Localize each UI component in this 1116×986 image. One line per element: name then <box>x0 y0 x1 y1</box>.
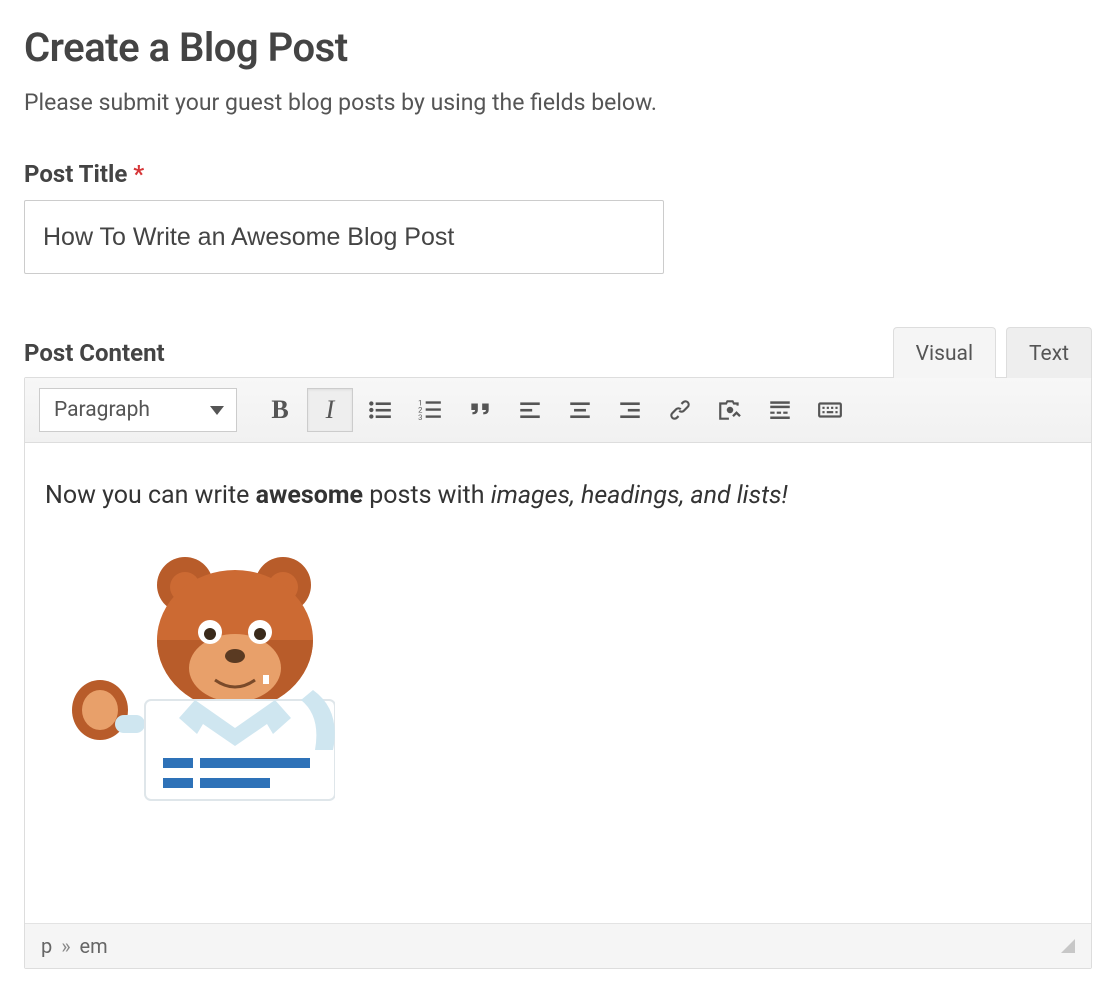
link-button[interactable] <box>657 388 703 432</box>
italic-icon: I <box>326 395 335 425</box>
numbered-list-button[interactable]: 123 <box>407 388 453 432</box>
editor-paragraph: Now you can write awesome posts with ima… <box>45 481 1071 510</box>
page-description: Please submit your guest blog posts by u… <box>24 89 1092 116</box>
keyboard-icon <box>817 397 843 423</box>
link-icon <box>667 397 693 423</box>
chevron-down-icon <box>210 406 224 415</box>
align-right-icon <box>617 397 643 423</box>
text-run-italic: images, headings, and lists! <box>491 481 788 510</box>
path-separator: » <box>57 934 74 958</box>
rich-text-editor: Paragraph B I 123 <box>24 377 1092 969</box>
bullet-list-button[interactable] <box>357 388 403 432</box>
post-title-input[interactable] <box>24 200 664 274</box>
bold-button[interactable]: B <box>257 388 303 432</box>
italic-button[interactable]: I <box>307 388 353 432</box>
required-marker: * <box>133 160 144 188</box>
align-left-icon <box>517 397 543 423</box>
format-dropdown-value: Paragraph <box>54 398 150 422</box>
path-seg-em[interactable]: em <box>80 934 108 958</box>
editor-tabs: Visual Text <box>893 326 1092 377</box>
read-more-icon <box>767 397 793 423</box>
post-title-label: Post Title * <box>24 160 1092 188</box>
text-run: posts with <box>363 481 491 510</box>
post-content-field: Post Content Visual Text Paragraph B I 1… <box>24 326 1092 969</box>
read-more-button[interactable] <box>757 388 803 432</box>
media-icon <box>717 397 743 423</box>
align-center-icon <box>567 397 593 423</box>
path-seg-p[interactable]: p <box>41 934 52 958</box>
tab-text[interactable]: Text <box>1006 327 1092 378</box>
resize-grip[interactable] <box>1061 939 1075 953</box>
blockquote-button[interactable] <box>457 388 503 432</box>
bold-icon: B <box>271 395 288 425</box>
bear-mascot-image[interactable] <box>45 540 335 810</box>
bullet-list-icon <box>367 397 393 423</box>
page-title: Create a Blog Post <box>24 24 1092 71</box>
numbered-list-icon: 123 <box>417 397 443 423</box>
editor-toolbar: Paragraph B I 123 <box>25 378 1091 443</box>
editor-body[interactable]: Now you can write awesome posts with ima… <box>25 443 1091 923</box>
align-center-button[interactable] <box>557 388 603 432</box>
tab-visual[interactable]: Visual <box>893 327 996 378</box>
text-run-bold: awesome <box>256 481 363 510</box>
editor-statusbar: p » em <box>25 923 1091 968</box>
svg-text:3: 3 <box>418 413 422 422</box>
post-content-label: Post Content <box>24 339 165 377</box>
toolbar-toggle-button[interactable] <box>807 388 853 432</box>
format-dropdown[interactable]: Paragraph <box>39 388 237 432</box>
post-title-field: Post Title * <box>24 160 1092 274</box>
post-title-label-text: Post Title <box>24 160 127 188</box>
text-run: Now you can write <box>45 481 256 510</box>
align-left-button[interactable] <box>507 388 553 432</box>
align-right-button[interactable] <box>607 388 653 432</box>
insert-media-button[interactable] <box>707 388 753 432</box>
quote-icon <box>467 397 493 423</box>
element-path[interactable]: p » em <box>41 934 108 958</box>
